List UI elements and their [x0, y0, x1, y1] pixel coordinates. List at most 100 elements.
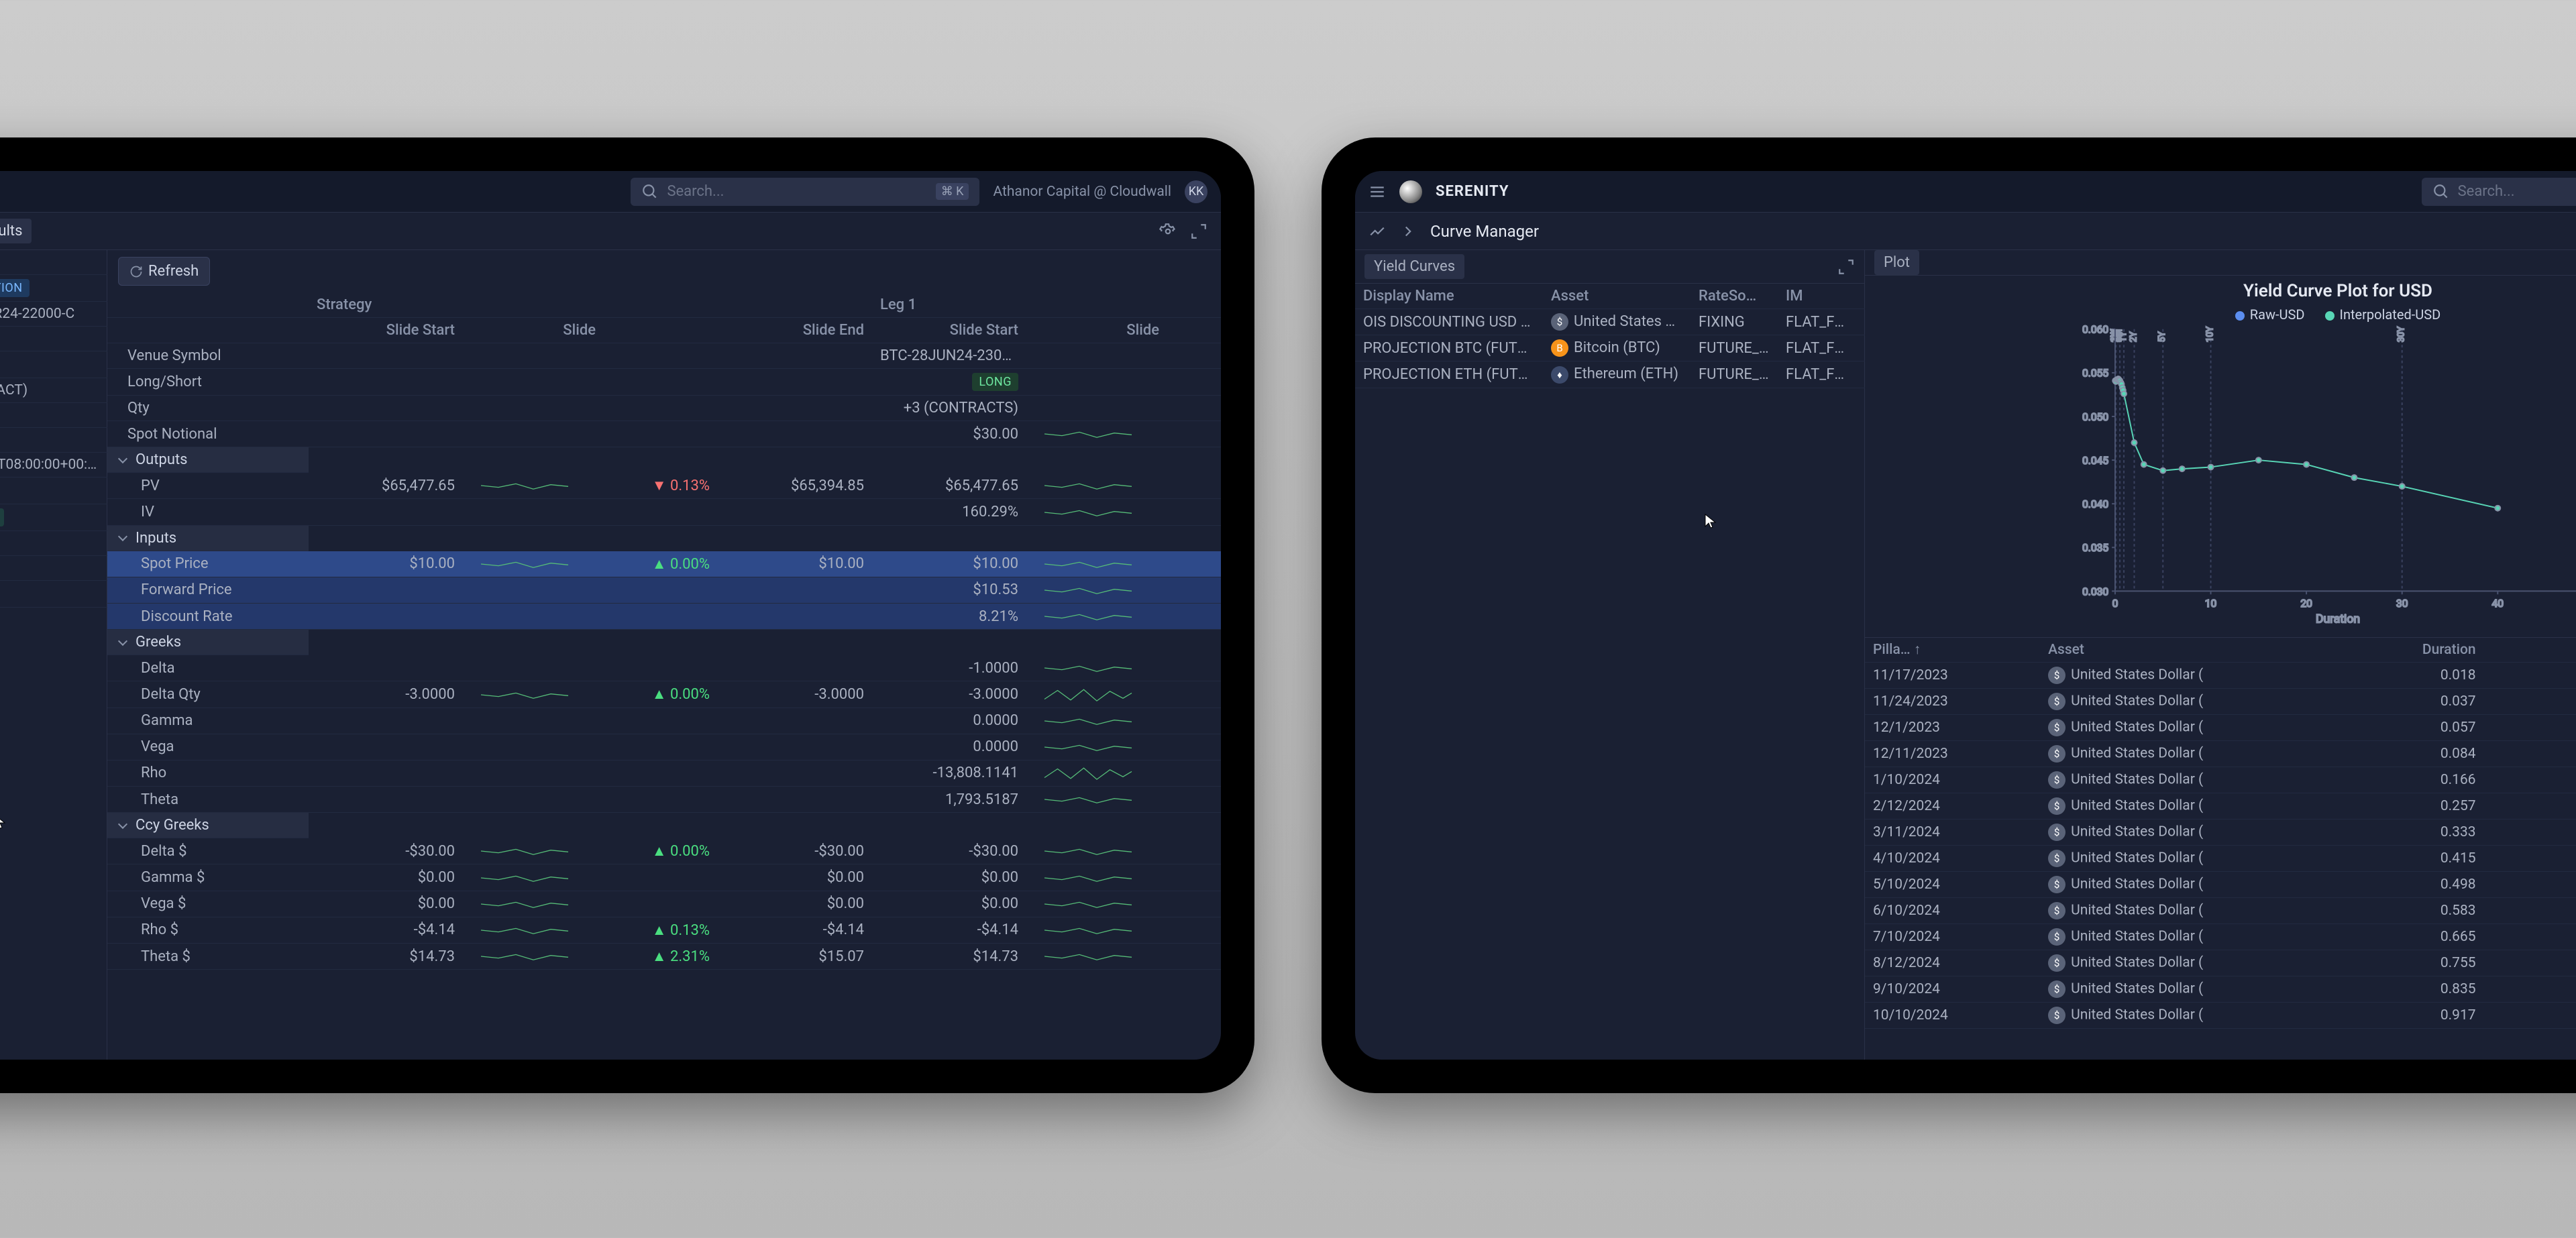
result-row[interactable]: PV$65,477.65▼ 0.13%$65,394.85$65,477.65	[107, 473, 1221, 499]
chart-svg: 0.0300.0350.0400.0450.0500.0550.06001020…	[1872, 323, 2576, 630]
asset-icon: $	[2048, 902, 2065, 919]
section-row[interactable]: Inputs	[107, 525, 1221, 551]
search-input[interactable]: Search... ⌘ K	[631, 178, 979, 206]
legs-row[interactable]: 1.00	[0, 403, 107, 428]
refresh-label: Refresh	[148, 263, 199, 280]
results-title: Results	[0, 219, 32, 243]
section-row[interactable]: Greeks	[107, 630, 1221, 656]
curve-row[interactable]: 11/17/2023$United States Dollar (0.0180.…	[1865, 663, 2576, 689]
breadcrumb-bar: Curve Manager	[1355, 213, 2576, 250]
asset-icon: $	[2048, 771, 2065, 789]
legend-raw: Raw-USD	[2250, 306, 2305, 323]
asset-icon: $	[2048, 876, 2065, 893]
chevron-down-icon	[117, 454, 129, 466]
curve-row[interactable]: 1/10/2024$United States Dollar (0.1660.0…	[1865, 767, 2576, 793]
svg-text:40: 40	[2492, 598, 2504, 610]
asset-icon: $	[2048, 719, 2065, 736]
svg-text:2Y: 2Y	[2128, 331, 2139, 343]
asset-icon: B	[1551, 339, 1568, 357]
yield-curves-panel: Yield Curves Display NameAssetRateSo…IM …	[1355, 250, 1865, 1060]
curve-row[interactable]: 8/12/2024$United States Dollar (0.7550.0…	[1865, 950, 2576, 976]
result-row[interactable]: Spot Notional$30.00	[107, 421, 1221, 447]
curve-row[interactable]: 5/10/2024$United States Dollar (0.4980.0…	[1865, 872, 2576, 898]
legs-row[interactable]: itDeribit	[0, 327, 107, 351]
cursor-icon	[0, 813, 7, 830]
section-row[interactable]: Ccy Greeks	[107, 813, 1221, 839]
yc-row[interactable]: PROJECTION ETH (FUTURE_…♦Ethereum (ETH)F…	[1355, 361, 1865, 388]
svg-text:1Y: 1Y	[2118, 331, 2129, 343]
result-row[interactable]: IV160.29%	[107, 499, 1221, 525]
legs-row[interactable]: TED OPTIONLISTED OPTION	[0, 275, 107, 302]
yc-row[interactable]: PROJECTION BTC (FUTURE_…BBitcoin (BTC)FU…	[1355, 335, 1865, 361]
result-row[interactable]: Rho $-$4.14▲ 0.13%-$4.14-$4.14	[107, 917, 1221, 943]
svg-text:30: 30	[2396, 598, 2408, 610]
avatar[interactable]: KK	[1185, 180, 1208, 203]
result-row[interactable]: Delta Qty-3.0000▲ 0.00%-3.0000-3.0000	[107, 681, 1221, 708]
topbar-right: SERENITY Search... ⌘ K At	[1355, 171, 2576, 213]
chevron-right-icon	[1399, 223, 1417, 240]
subheader-left: des* Reset All Results	[0, 213, 1221, 250]
result-row[interactable]: Theta $$14.73▲ 2.31%$15.07$14.73	[107, 944, 1221, 970]
svg-text:10: 10	[2205, 598, 2217, 610]
yield-curves-table: Display NameAssetRateSo…IM OIS DISCOUNTI…	[1355, 284, 1865, 388]
curve-row[interactable]: 2/12/2024$United States Dollar (0.2570.0…	[1865, 793, 2576, 820]
curve-row[interactable]: 9/10/2024$United States Dollar (0.8350.0…	[1865, 976, 2576, 1003]
legs-row[interactable]: 00$22,000	[0, 556, 107, 581]
chevron-down-icon	[117, 636, 129, 649]
maximize-icon[interactable]	[1837, 258, 1855, 276]
legs-row[interactable]: 06-28T08:00:00+00:002024-03-29T08:00:00+…	[0, 453, 107, 477]
chart-icon[interactable]	[1368, 223, 1386, 240]
legs-row[interactable]: CALL	[0, 477, 107, 504]
curve-row[interactable]: 7/10/2024$United States Dollar (0.6650.0…	[1865, 924, 2576, 950]
curve-row[interactable]: 6/10/2024$United States Dollar (0.5830.0…	[1865, 898, 2576, 924]
result-row[interactable]: Gamma $$0.00$0.00$0.00	[107, 864, 1221, 891]
search-input-right[interactable]: Search... ⌘ K	[2422, 178, 2576, 206]
asset-icon: $	[2048, 693, 2065, 710]
legs-row[interactable]: HCASH	[0, 581, 107, 608]
curve-row[interactable]: 12/1/2023$United States Dollar (0.0570.0…	[1865, 715, 2576, 741]
legs-row[interactable]: GLONG	[0, 351, 107, 378]
asset-icon: $	[2048, 745, 2065, 763]
svg-text:0.030: 0.030	[2082, 585, 2108, 598]
curve-row[interactable]: 10/10/2024$United States Dollar (0.9170.…	[1865, 1003, 2576, 1029]
gear-icon[interactable]	[1159, 223, 1177, 240]
legs-row[interactable]: BTC	[0, 428, 107, 453]
result-row[interactable]: Forward Price$10.53	[107, 577, 1221, 603]
legs-row[interactable]: USD	[0, 531, 107, 556]
menu-icon[interactable]	[1368, 183, 1386, 201]
result-row[interactable]: Venue SymbolBTC-28JUN24-23000-P	[107, 343, 1221, 369]
result-row[interactable]: Qty+3 (CONTRACTS)	[107, 396, 1221, 421]
legend-interp: Interpolated-USD	[2340, 306, 2441, 323]
legs-row[interactable]: OPEANEUROPEAN	[0, 504, 107, 531]
result-row[interactable]: Discount Rate8.21%	[107, 603, 1221, 629]
plot-panel: Plot Yield Curve Plot for USD Raw-USD In…	[1865, 250, 2576, 1060]
result-row[interactable]: Vega $$0.00$0.00$0.00	[107, 891, 1221, 917]
breadcrumb-label: Curve Manager	[1430, 222, 1539, 241]
curve-row[interactable]: 4/10/2024$United States Dollar (0.4150.0…	[1865, 846, 2576, 872]
section-row[interactable]: Outputs	[107, 447, 1221, 473]
result-row[interactable]: Gamma0.0000	[107, 708, 1221, 734]
yc-row[interactable]: OIS DISCOUNTING USD (FIXI…$United States…	[1355, 309, 1865, 335]
curve-row[interactable]: 11/24/2023$United States Dollar (0.0370.…	[1865, 689, 2576, 715]
search-shortcut: ⌘ K	[936, 183, 969, 200]
curve-row[interactable]: 12/11/2023$United States Dollar (0.0840.…	[1865, 741, 2576, 767]
curve-row[interactable]: 3/11/2024$United States Dollar (0.3330.0…	[1865, 820, 2576, 846]
result-row[interactable]: Spot Price$10.00▲ 0.00%$10.00$10.00	[107, 551, 1221, 577]
legs-row[interactable]: 28JUN24-23000-PBTC-29MAR24-22000-C	[0, 302, 107, 327]
result-row[interactable]: Rho-13,808.1141	[107, 760, 1221, 786]
result-row[interactable]: Delta-1.0000	[107, 655, 1221, 681]
maximize-icon-2[interactable]	[1190, 223, 1208, 240]
result-row[interactable]: Vega0.0000	[107, 734, 1221, 760]
sort-asc-icon[interactable]: ↑	[1914, 642, 1921, 658]
asset-icon: $	[2048, 797, 2065, 815]
result-row[interactable]: Theta1,793.5187	[107, 787, 1221, 813]
yield-curves-title: Yield Curves	[1364, 254, 1464, 279]
result-row[interactable]: Long/ShortLONG	[107, 369, 1221, 396]
result-row[interactable]: Delta $-$30.00▲ 0.00%-$30.00-$30.00	[107, 838, 1221, 864]
chart-title: Yield Curve Plot for USD	[1865, 281, 2576, 301]
svg-text:5Y: 5Y	[2157, 331, 2167, 343]
search-placeholder: Search...	[2458, 183, 2515, 200]
legs-row[interactable]: ONTRACTS)+1 (CONTRACT)	[0, 378, 107, 403]
refresh-button[interactable]: Refresh	[118, 257, 210, 286]
topbar-left: Search... ⌘ K Athanor Capital @ Cloudwal…	[0, 171, 1221, 213]
